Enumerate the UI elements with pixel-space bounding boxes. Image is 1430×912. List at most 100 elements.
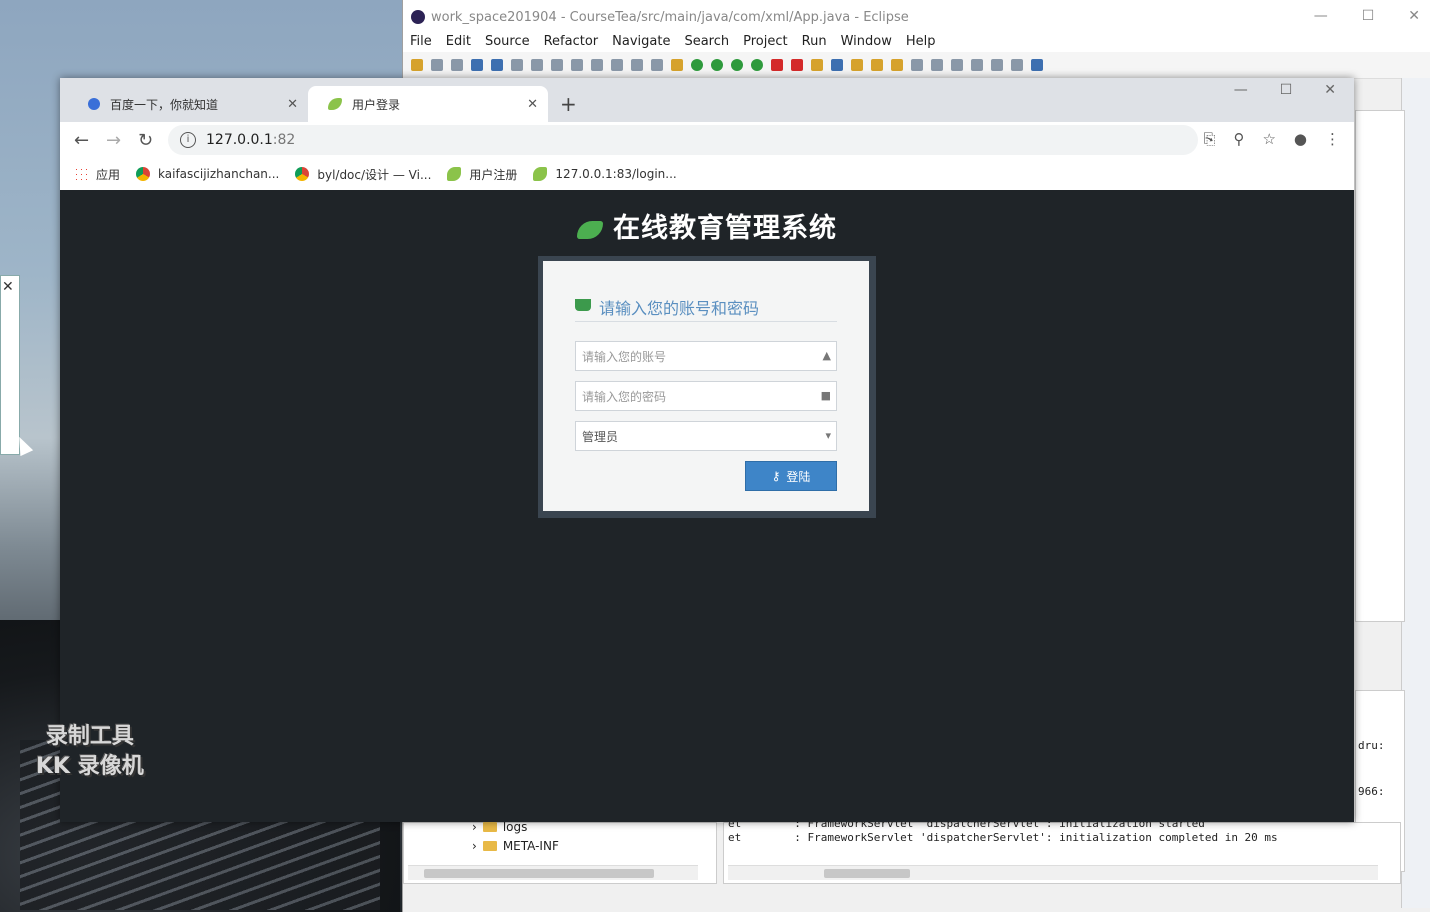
debug-icon[interactable]	[691, 59, 703, 71]
bookmark-label: 用户注册	[469, 167, 518, 182]
terminate-icon[interactable]	[571, 59, 583, 71]
step-over-icon[interactable]	[611, 59, 623, 71]
translate-icon[interactable]: ⎘	[1203, 130, 1215, 148]
menu-project[interactable]: Project	[743, 34, 787, 52]
bookmark-byl-doc[interactable]: byl/doc/设计 — Vi...	[295, 166, 431, 183]
step-into-icon[interactable]	[591, 59, 603, 71]
tab-baidu[interactable]: 百度一下，你就知道 ✕	[68, 86, 308, 122]
url-text[interactable]: 127.0.0.1:82	[206, 132, 295, 148]
eclipse-toolbar	[403, 52, 1430, 79]
info-icon[interactable]: i	[180, 132, 196, 148]
bookmark-label: 应用	[96, 167, 121, 182]
background-dialog-edge: ✕	[0, 275, 20, 455]
stop-icon[interactable]	[771, 59, 783, 71]
search-tool-icon[interactable]	[891, 59, 903, 71]
maximize-icon[interactable]: ☐	[1362, 8, 1375, 24]
new-class-icon[interactable]	[831, 59, 843, 71]
pin-icon[interactable]	[931, 59, 943, 71]
external-tools-icon[interactable]	[791, 59, 803, 71]
open-task-icon[interactable]	[671, 59, 683, 71]
bookmark-star-icon[interactable]: ☆	[1262, 130, 1275, 148]
tree-item-meta-inf[interactable]: › META-INF	[472, 839, 559, 853]
login-button[interactable]: ⚷ 登陆	[745, 461, 837, 491]
chevron-right-icon[interactable]: ›	[472, 839, 477, 853]
menu-search[interactable]: Search	[684, 34, 729, 52]
coverage-icon[interactable]	[751, 59, 763, 71]
zoom-icon[interactable]: ⚲	[1233, 130, 1244, 148]
close-icon[interactable]: ✕	[2, 279, 14, 295]
close-icon[interactable]: ✕	[287, 97, 298, 112]
menu-run[interactable]: Run	[802, 34, 827, 52]
new-java-project-icon[interactable]	[811, 59, 823, 71]
globe-icon[interactable]	[1031, 59, 1043, 71]
baidu-favicon-icon	[88, 98, 100, 110]
open-folder-icon[interactable]	[871, 59, 883, 71]
explorer-hscrollbar[interactable]	[408, 865, 698, 880]
menu-file[interactable]: File	[410, 34, 432, 52]
chevron-right-icon[interactable]: ›	[472, 820, 477, 834]
last-edit-icon[interactable]	[991, 59, 1003, 71]
menu-source[interactable]: Source	[485, 34, 530, 52]
eclipse-title-text: work_space201904 - CourseTea/src/main/ja…	[431, 9, 909, 25]
save-all-icon[interactable]	[451, 59, 463, 71]
login-button-label: 登陆	[786, 469, 811, 484]
run-icon[interactable]	[711, 59, 723, 71]
drop-frame-icon[interactable]	[651, 59, 663, 71]
resume-icon[interactable]	[531, 59, 543, 71]
tab-login[interactable]: 用户登录 ✕	[308, 86, 548, 122]
menu-edit[interactable]: Edit	[446, 34, 471, 52]
bookmark-kaifa[interactable]: kaifascijizhanchan...	[136, 167, 279, 181]
address-bar[interactable]: i 127.0.0.1:82	[168, 125, 1198, 155]
new-tab-button[interactable]: +	[560, 92, 577, 116]
menu-help[interactable]: Help	[906, 34, 936, 52]
bookmark-register[interactable]: 用户注册	[447, 166, 517, 183]
annotation-icon[interactable]	[911, 59, 923, 71]
login-panel: 请输入您的账号和密码 请输入您的账号 ▲ 请输入您的密码 ■ 管理员 ▾ ⚷ 登…	[538, 256, 876, 518]
open-type-icon[interactable]	[851, 59, 863, 71]
minimize-icon[interactable]: —	[1234, 82, 1248, 98]
tree-item-label: META-INF	[502, 839, 559, 853]
account-input[interactable]: 请输入您的账号 ▲	[575, 341, 837, 371]
forward-icon[interactable]: →	[106, 130, 121, 151]
run-server-icon[interactable]	[731, 59, 743, 71]
console-hscrollbar[interactable]	[728, 865, 1378, 880]
menu-refactor[interactable]: Refactor	[544, 34, 599, 52]
profile-icon[interactable]	[471, 59, 483, 71]
skip-breakpoints-icon[interactable]	[511, 59, 523, 71]
menu-navigate[interactable]: Navigate	[612, 34, 670, 52]
step-return-icon[interactable]	[631, 59, 643, 71]
menu-window[interactable]: Window	[841, 34, 892, 52]
bookmarks-bar: 应用 kaifascijizhanchan... byl/doc/设计 — Vi…	[60, 158, 1354, 191]
role-select[interactable]: 管理员 ▾	[575, 421, 837, 451]
leaf-icon	[447, 167, 462, 181]
profile-avatar-icon[interactable]: ●	[1294, 130, 1307, 148]
scroll-thumb[interactable]	[424, 869, 654, 878]
minimize-icon[interactable]: —	[1314, 8, 1328, 24]
back-icon[interactable]	[951, 59, 963, 71]
watermark-line-1: 录制工具	[45, 724, 134, 749]
scroll-thumb[interactable]	[824, 869, 910, 878]
forward-icon[interactable]	[971, 59, 983, 71]
new-icon[interactable]	[411, 59, 423, 71]
terminal-icon[interactable]	[491, 59, 503, 71]
app-title: 在线教育管理系统	[60, 206, 1354, 245]
url-port: :82	[272, 132, 296, 148]
close-icon[interactable]: ✕	[527, 97, 538, 112]
suspend-icon[interactable]	[551, 59, 563, 71]
more-menu-icon[interactable]: ⋮	[1325, 130, 1340, 148]
back-icon[interactable]: ←	[74, 130, 89, 151]
password-placeholder: 请输入您的密码	[582, 389, 667, 404]
password-input[interactable]: 请输入您的密码 ■	[575, 381, 837, 411]
login-form: 请输入您的账号和密码 请输入您的账号 ▲ 请输入您的密码 ■ 管理员 ▾ ⚷ 登…	[543, 261, 869, 511]
save-icon[interactable]	[431, 59, 443, 71]
bookmark-login-83[interactable]: 127.0.0.1:83/login...	[533, 167, 677, 181]
close-icon[interactable]: ✕	[1324, 82, 1336, 98]
folder-icon	[482, 841, 497, 851]
tree-item-logs[interactable]: › logs	[472, 820, 527, 834]
maximize-icon[interactable]: ☐	[1280, 82, 1293, 98]
close-icon[interactable]: ✕	[1408, 8, 1420, 24]
show-whitespace-icon[interactable]	[1011, 59, 1023, 71]
bookmark-apps[interactable]: 应用	[74, 166, 120, 183]
tab-label: 百度一下，你就知道	[110, 97, 219, 112]
reload-icon[interactable]: ↻	[138, 130, 153, 151]
